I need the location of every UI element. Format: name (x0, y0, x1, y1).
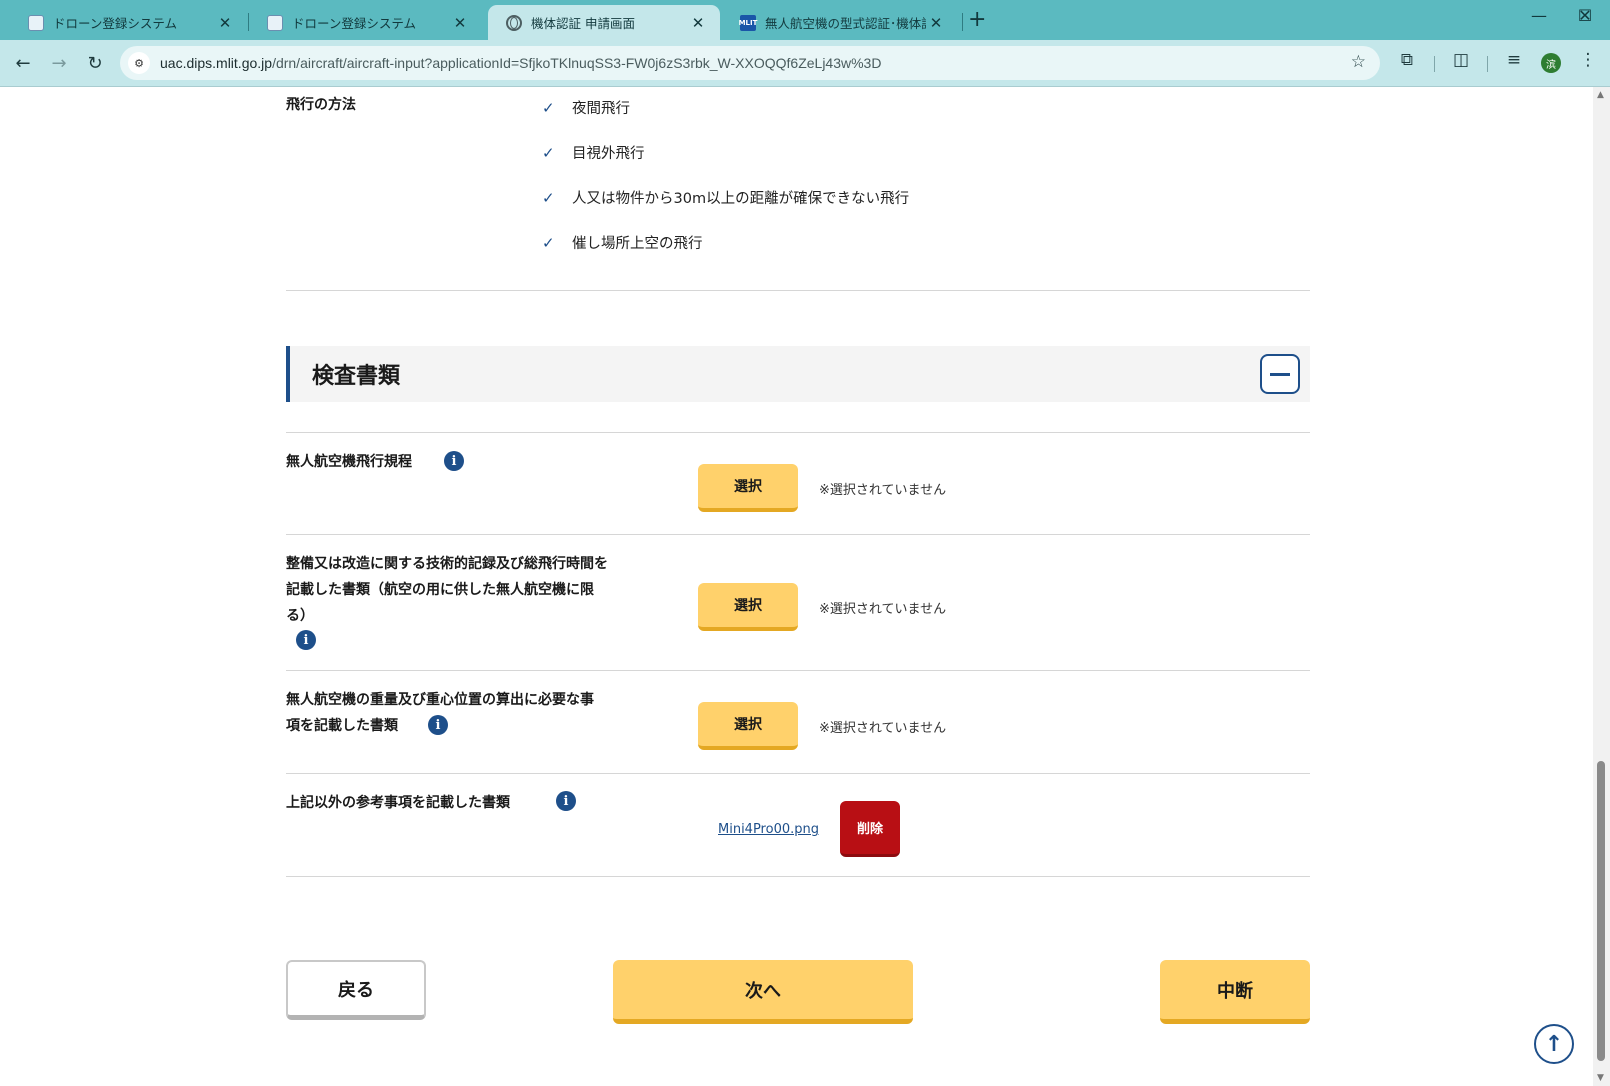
minimize-icon[interactable]: — (1516, 6, 1562, 25)
url-text[interactable]: uac.dips.mlit.go.jp/drn/aircraft/aircraf… (160, 55, 881, 71)
search-tab-icon[interactable]: ◫ (1448, 50, 1474, 70)
checkmark-icon: ✓ (542, 143, 555, 162)
profile-avatar[interactable]: 滨 (1541, 53, 1561, 73)
page-viewport: 飛行の方法 ✓ 夜間飛行 ✓ 目視外飛行 ✓ 人又は物件から30m以上の距離が確… (0, 87, 1593, 1086)
divider (286, 773, 1310, 774)
new-tab-button[interactable]: + (968, 7, 986, 32)
section-title: 検査書類 (312, 364, 401, 389)
divider (286, 290, 1310, 291)
scrollbar-thumb[interactable] (1597, 761, 1605, 1061)
flight-method-item: ✓ 夜間飛行 (542, 97, 630, 118)
checkmark-icon: ✓ (542, 98, 555, 117)
window-close-icon[interactable]: ✕ (1562, 6, 1608, 25)
menu-kebab-icon[interactable]: ⋮ (1575, 50, 1601, 70)
tab-title: ドローン登録システム (53, 16, 178, 31)
doc-label-maintenance-record: 整備又は改造に関する技術的記録及び総飛行時間を 記載した書類（航空の用に供した無… (286, 551, 608, 629)
media-control-icon[interactable]: ≡ (1501, 50, 1527, 70)
forward-arrow-icon[interactable]: → (45, 49, 73, 77)
file-status: ※選択されていません (819, 602, 947, 617)
close-icon[interactable]: ✕ (926, 14, 946, 32)
doc-label-line: 整備又は改造に関する技術的記録及び総飛行時間を (286, 556, 608, 572)
doc-label-other-reference: 上記以外の参考事項を記載した書類 (286, 790, 510, 816)
close-icon[interactable]: ✕ (450, 14, 470, 32)
flight-method-text: 人又は物件から30m以上の距離が確保できない飛行 (572, 191, 910, 207)
info-icon[interactable]: i (296, 630, 316, 650)
close-icon[interactable]: ✕ (688, 14, 708, 32)
scroll-to-top-arrow-icon[interactable]: ↑ (1534, 1024, 1574, 1064)
toolbar-separator (1434, 56, 1435, 72)
doc-label-line: 記載した書類（航空の用に供した無人航空機に限 (286, 582, 594, 598)
select-file-button[interactable]: 選択 (698, 583, 798, 631)
back-arrow-icon[interactable]: ← (9, 49, 37, 77)
browser-toolbar: ← → ↻ ⚙ uac.dips.mlit.go.jp/drn/aircraft… (0, 40, 1610, 87)
reload-icon[interactable]: ↻ (81, 49, 109, 77)
divider (286, 876, 1310, 877)
checkmark-icon: ✓ (542, 188, 555, 207)
scroll-down-arrow-icon[interactable]: ▼ (1597, 1073, 1604, 1083)
doc-label-text: 上記以外の参考事項を記載した書類 (286, 795, 510, 811)
divider (286, 534, 1310, 535)
info-icon[interactable]: i (556, 791, 576, 811)
doc-label-flight-manual: 無人航空機飛行規程 (286, 449, 412, 475)
bookmark-star-icon[interactable]: ☆ (1351, 52, 1366, 72)
file-status: ※選択されていません (819, 483, 947, 498)
back-button[interactable]: 戻る (286, 960, 426, 1020)
drone-favicon-icon (267, 14, 283, 31)
toolbar-separator (1487, 56, 1488, 72)
tab-aircraft-application[interactable]: 機体認証 申請画面 ✕ (488, 5, 720, 40)
divider (286, 670, 1310, 671)
tab-separator (962, 13, 963, 31)
info-icon[interactable]: i (428, 715, 448, 735)
site-settings-icon[interactable]: ⚙ (128, 52, 150, 74)
tab-title: ドローン登録システム (292, 16, 417, 31)
select-file-button[interactable]: 選択 (698, 464, 798, 512)
info-icon[interactable]: i (444, 451, 464, 471)
url-host: uac.dips.mlit.go.jp (160, 55, 273, 71)
tab-drone-1[interactable]: ドローン登録システム ✕ (10, 5, 247, 40)
scroll-up-arrow-icon[interactable]: ▲ (1597, 90, 1604, 100)
vertical-scrollbar[interactable]: ▲ ▼ (1593, 87, 1610, 1086)
flight-method-item: ✓ 人又は物件から30m以上の距離が確保できない飛行 (542, 187, 909, 208)
address-bar[interactable]: ⚙ uac.dips.mlit.go.jp/drn/aircraft/aircr… (120, 46, 1380, 80)
checkmark-icon: ✓ (542, 233, 555, 252)
next-button[interactable]: 次へ (613, 960, 913, 1024)
collapse-minus-button[interactable] (1260, 354, 1300, 394)
flight-method-text: 催し場所上空の飛行 (572, 236, 703, 252)
doc-label-line: る） (286, 608, 314, 624)
doc-label-text: 無人航空機飛行規程 (286, 454, 412, 470)
mlit-favicon-icon: MLIT (739, 14, 757, 31)
extensions-icon[interactable]: ⧉ (1394, 50, 1420, 70)
inspection-section-header: 検査書類 (286, 346, 1310, 402)
select-file-button[interactable]: 選択 (698, 702, 798, 750)
file-status: ※選択されていません (819, 721, 947, 736)
globe-icon (506, 14, 522, 31)
tab-strip: ドローン登録システム ✕ ドローン登録システム ✕ 機体認証 申請画面 ✕ ML… (0, 0, 1610, 40)
delete-file-button[interactable]: 削除 (840, 801, 900, 857)
divider (286, 432, 1310, 433)
flight-method-text: 夜間飛行 (572, 101, 630, 117)
flight-method-text: 目視外飛行 (572, 146, 645, 162)
flight-method-item: ✓ 目視外飛行 (542, 142, 645, 163)
drone-favicon-icon (28, 14, 44, 31)
flight-method-item: ✓ 催し場所上空の飛行 (542, 232, 703, 253)
url-path: /drn/aircraft/aircraft-input?application… (272, 55, 882, 71)
uploaded-file-link[interactable]: Mini4Pro00.png (718, 822, 819, 837)
doc-label-line: 無人航空機の重量及び重心位置の算出に必要な事 (286, 692, 594, 708)
tab-title: 機体認証 申請画面 (531, 16, 635, 31)
suspend-button[interactable]: 中断 (1160, 960, 1310, 1024)
close-icon[interactable]: ✕ (215, 14, 235, 32)
minus-icon (1270, 372, 1290, 376)
tab-mlit[interactable]: MLIT 無人航空機の型式認証･機体認証 ✕ (722, 5, 958, 40)
tab-title: 無人航空機の型式認証･機体認証 (765, 16, 926, 31)
tab-drone-2[interactable]: ドローン登録システム ✕ (249, 5, 482, 40)
flight-method-label: 飛行の方法 (286, 97, 356, 113)
